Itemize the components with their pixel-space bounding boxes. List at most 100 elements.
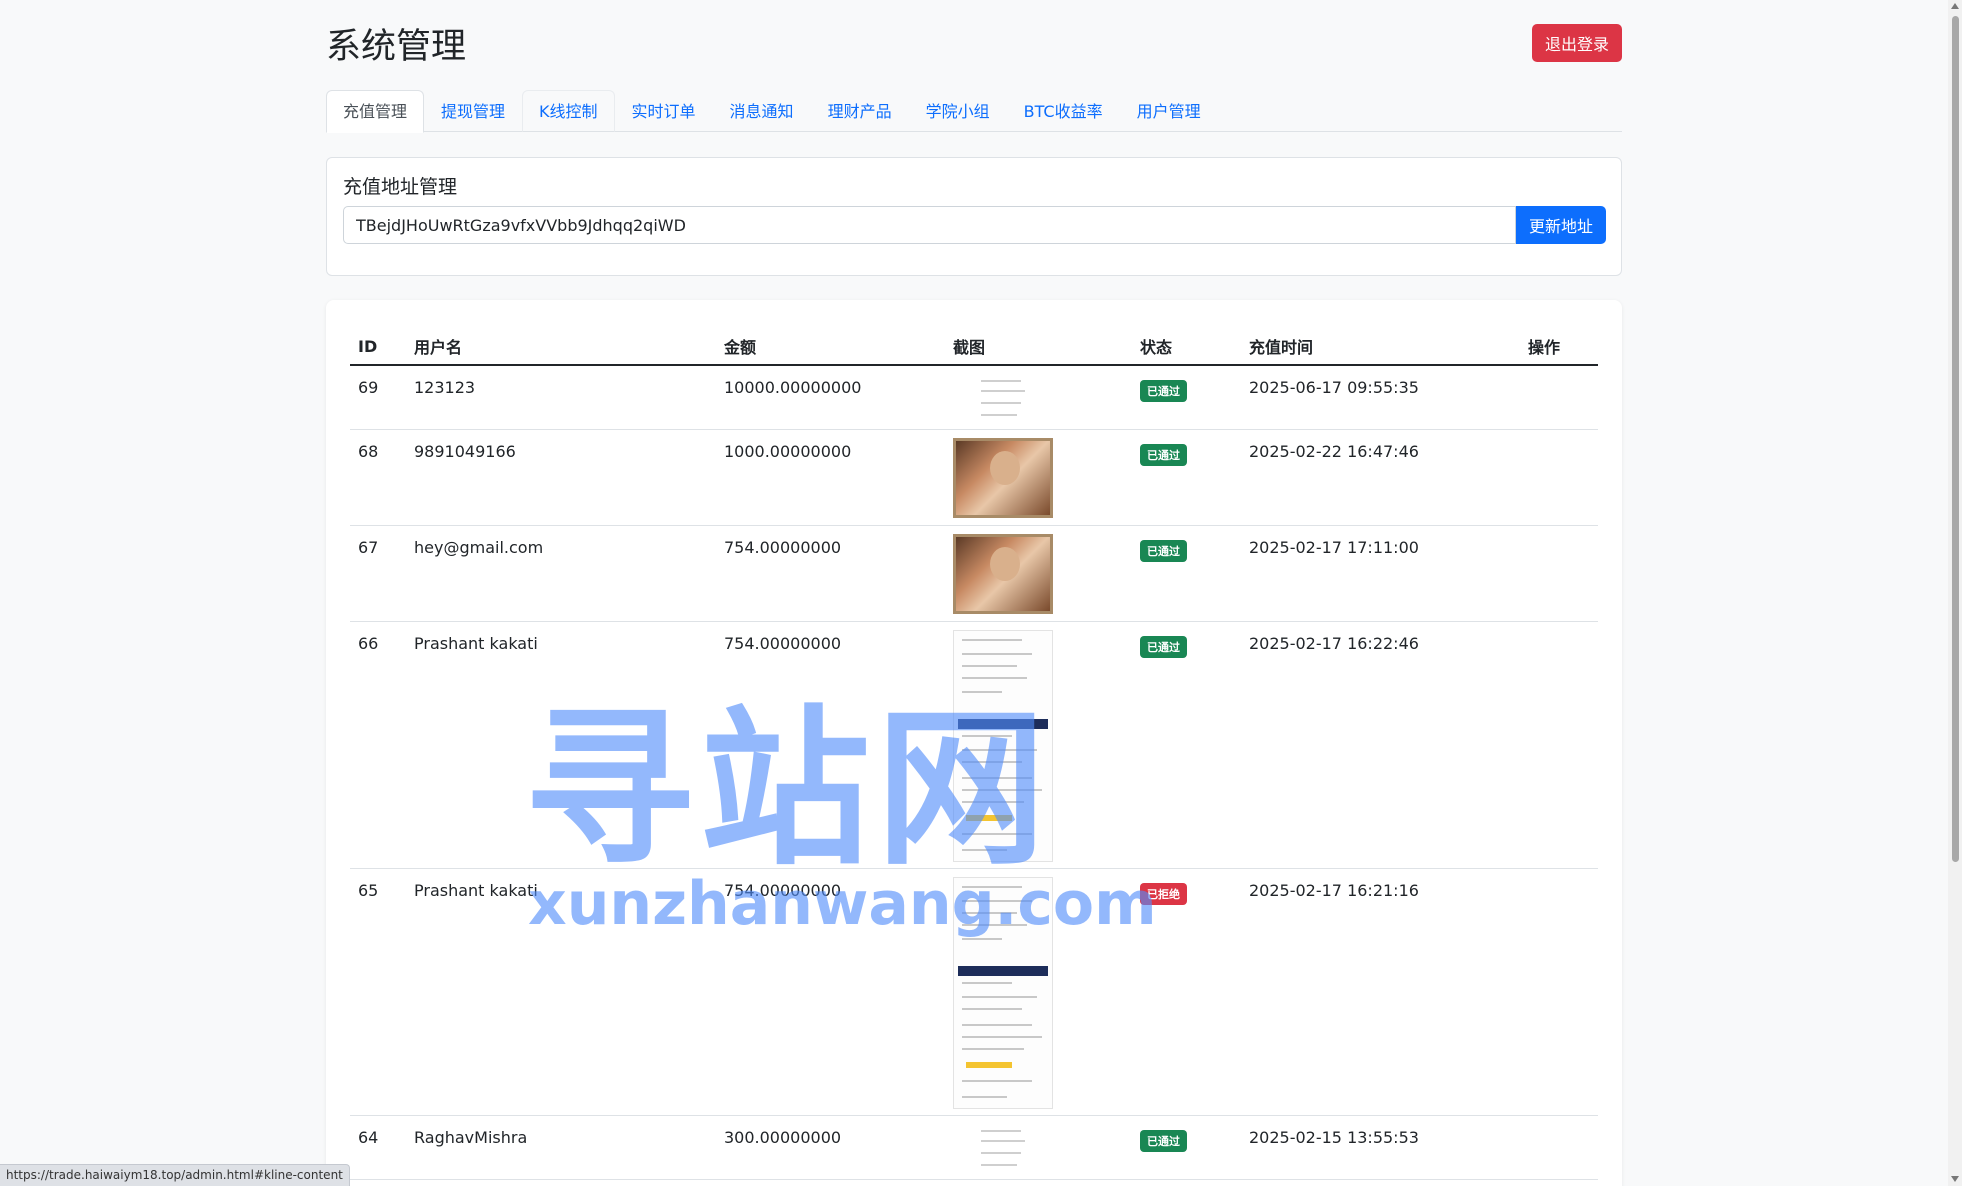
tab-withdraw-management[interactable]: 提现管理 — [424, 90, 522, 132]
screenshot-detail — [962, 638, 1022, 641]
cell-status: 已通过 — [1132, 621, 1241, 869]
tab-notifications[interactable]: 消息通知 — [713, 90, 811, 132]
cell-screenshot — [945, 429, 1132, 526]
screenshot-thumbnail[interactable] — [953, 437, 1053, 518]
recharge-table: ID 用户名 金额 截图 状态 充值时间 操作 69 123123 10000.00… — [350, 328, 1598, 1180]
header-amount: 金额 — [716, 328, 945, 366]
screenshot-detail — [962, 885, 1022, 888]
cell-screenshot — [945, 1115, 1132, 1180]
header-actions: 操作 — [1520, 328, 1598, 366]
screenshot-detail — [962, 995, 1037, 998]
scroll-up-icon[interactable] — [1951, 3, 1959, 9]
screenshot-detail — [962, 652, 1032, 655]
screenshot-thumbnail[interactable] — [953, 533, 1053, 614]
cell-screenshot — [945, 365, 1132, 430]
cell-status: 已通过 — [1132, 429, 1241, 526]
screenshot-detail — [962, 1079, 1032, 1082]
screenshot-detail — [962, 937, 1002, 940]
screenshot-detail — [981, 402, 1021, 404]
recharge-address-input[interactable] — [343, 206, 1516, 244]
screenshot-detail — [962, 923, 1027, 926]
status-badge: 已通过 — [1140, 539, 1187, 562]
screenshot-detail — [981, 414, 1017, 416]
status-bar-url: https://trade.haiwaiym18.top/admin.html#… — [0, 1164, 350, 1186]
status-badge: 已通过 — [1140, 380, 1187, 402]
screenshot-thumbnail[interactable] — [953, 374, 1053, 426]
cell-actions — [1520, 621, 1598, 869]
cell-status: 已通过 — [1132, 365, 1241, 430]
cell-amount: 300.00000000 — [716, 1115, 945, 1180]
cell-screenshot — [945, 525, 1132, 622]
scrollbar[interactable] — [1948, 0, 1962, 1186]
screenshot-detail — [962, 734, 1012, 737]
cell-recharge-time: 2025-02-22 16:47:46 — [1241, 429, 1520, 526]
scrollbar-thumb[interactable] — [1952, 16, 1959, 862]
recharge-address-title: 充值地址管理 — [343, 176, 458, 198]
screenshot-detail — [981, 1129, 1021, 1132]
cell-amount: 10000.00000000 — [716, 365, 945, 430]
tab-recharge-management[interactable]: 充值管理 — [326, 90, 425, 133]
cell-recharge-time: 2025-06-17 09:55:35 — [1241, 365, 1520, 430]
tab-wealth-products[interactable]: 理财产品 — [811, 90, 909, 132]
screenshot-detail — [962, 1047, 1024, 1050]
header-screenshot: 截图 — [945, 328, 1132, 366]
tab-kline-control[interactable]: K线控制 — [522, 90, 615, 132]
screenshot-detail — [962, 899, 1032, 902]
cell-actions — [1520, 525, 1598, 622]
cell-recharge-time: 2025-02-17 16:22:46 — [1241, 621, 1520, 869]
screenshot-thumbnail[interactable] — [953, 1123, 1053, 1176]
screenshot-thumbnail[interactable] — [953, 876, 1053, 1109]
screenshot-detail — [962, 1023, 1032, 1026]
table-row: 66 Prashant kakati 754.00000000 已通过 2025-02-… — [350, 621, 1598, 869]
screenshot-detail — [981, 1151, 1021, 1154]
tab-user-management[interactable]: 用户管理 — [1120, 90, 1218, 132]
tab-academy-groups[interactable]: 学院小组 — [909, 90, 1007, 132]
page-title: 系统管理 — [326, 27, 467, 67]
table-row: 64 RaghavMishra 300.00000000 已通过 2025-02-15 … — [350, 1115, 1598, 1180]
status-badge: 已通过 — [1140, 443, 1187, 466]
table-row: 65 Prashant kakati 754.00000000 已拒绝 2025-02-… — [350, 868, 1598, 1116]
logout-button[interactable]: 退出登录 — [1532, 24, 1622, 62]
cell-status: 已通过 — [1132, 525, 1241, 622]
cell-recharge-time: 2025-02-17 16:21:16 — [1241, 868, 1520, 1116]
screenshot-detail — [981, 390, 1025, 392]
cell-amount: 1000.00000000 — [716, 429, 945, 526]
cell-id: 69 — [350, 365, 406, 430]
table-row: 68 9891049166 1000.00000000 已通过 2025-02-22 1… — [350, 429, 1598, 526]
recharge-records-card: ID 用户名 金额 截图 状态 充值时间 操作 69 123123 10000.00… — [326, 300, 1622, 1186]
table-row: 69 123123 10000.00000000 已通过 2025-06-17 09:5… — [350, 365, 1598, 430]
screenshot-detail — [962, 981, 1012, 984]
screenshot-detail — [962, 832, 1032, 835]
cell-username: 9891049166 — [406, 429, 716, 526]
screenshot-detail — [962, 800, 1024, 803]
screenshot-detail — [981, 380, 1021, 382]
cell-actions — [1520, 429, 1598, 526]
screenshot-detail — [962, 788, 1042, 791]
cell-id: 68 — [350, 429, 406, 526]
header-username: 用户名 — [406, 328, 716, 366]
recharge-address-card: 充值地址管理 更新地址 — [326, 157, 1622, 276]
tab-btc-yield[interactable]: BTC收益率 — [1007, 90, 1120, 132]
screenshot-detail — [962, 911, 1017, 914]
screenshot-detail — [962, 848, 1007, 851]
screenshot-detail — [962, 776, 1032, 779]
cell-actions — [1520, 1115, 1598, 1180]
tab-realtime-orders[interactable]: 实时订单 — [615, 90, 713, 132]
screenshot-detail — [981, 1139, 1025, 1142]
update-address-button[interactable]: 更新地址 — [1516, 206, 1606, 244]
table-body: 69 123123 10000.00000000 已通过 2025-06-17 09:5… — [350, 365, 1598, 1180]
status-badge: 已拒绝 — [1140, 882, 1187, 905]
screenshot-detail — [958, 965, 1048, 976]
cell-screenshot — [945, 868, 1132, 1116]
cell-status: 已拒绝 — [1132, 868, 1241, 1116]
cell-username: Prashant kakati — [406, 868, 716, 1116]
screenshot-detail — [966, 1061, 1012, 1068]
scroll-down-icon[interactable] — [1951, 1176, 1959, 1182]
screenshot-thumbnail[interactable] — [953, 629, 1053, 862]
cell-id: 64 — [350, 1115, 406, 1180]
cell-username: hey@gmail.com — [406, 525, 716, 622]
cell-recharge-time: 2025-02-17 17:11:00 — [1241, 525, 1520, 622]
table-header-row: ID 用户名 金额 截图 状态 充值时间 操作 — [350, 328, 1598, 366]
cell-recharge-time: 2025-02-15 13:55:53 — [1241, 1115, 1520, 1180]
cell-id: 66 — [350, 621, 406, 869]
